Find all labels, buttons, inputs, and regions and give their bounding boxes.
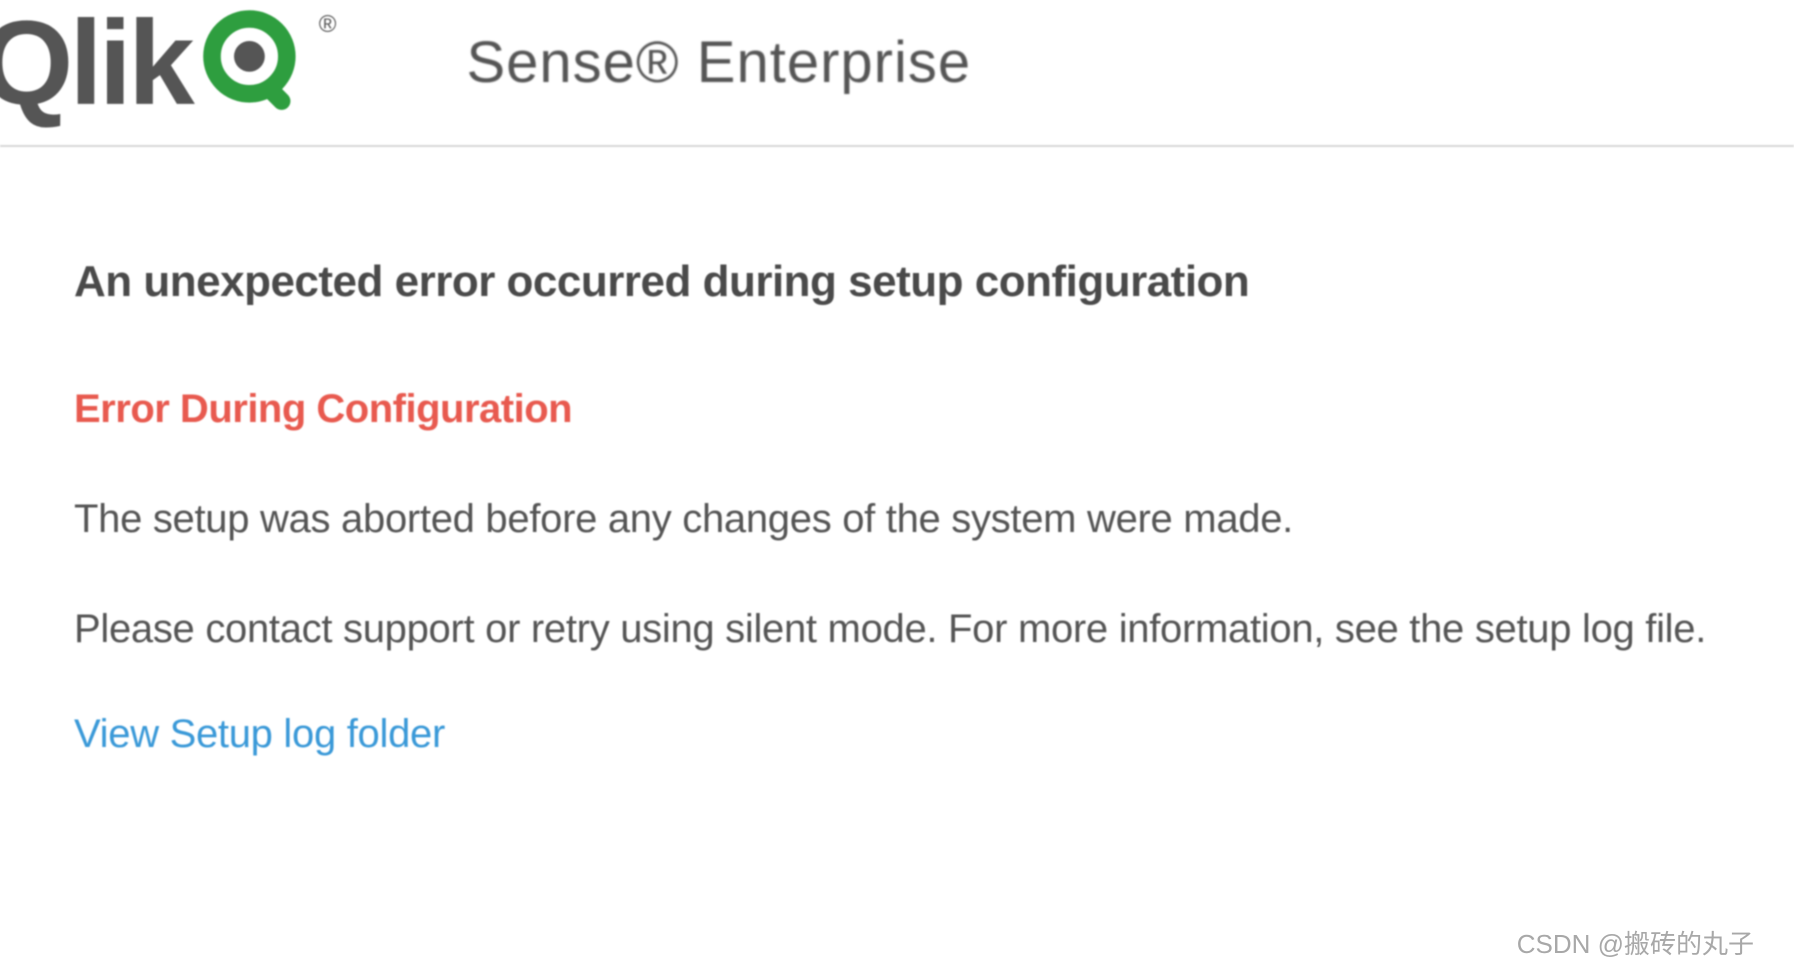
content-area: An unexpected error occurred during setu…	[0, 147, 1794, 757]
logo-wrapper: Qlik ®	[0, 3, 336, 123]
body-text-aborted: The setup was aborted before any changes…	[74, 492, 1720, 546]
trademark-symbol: ®	[319, 11, 337, 39]
product-name: Sense® Enterprise	[466, 29, 971, 96]
view-log-folder-link[interactable]: View Setup log folder	[74, 712, 445, 756]
error-heading: Error During Configuration	[74, 387, 1720, 432]
body-text-support: Please contact support or retry using si…	[74, 602, 1720, 656]
logo-text: Qlik	[0, 3, 191, 123]
watermark: CSDN @搬砖的丸子	[1517, 924, 1754, 961]
installer-header: Qlik ® Sense® Enterprise	[0, 0, 1794, 147]
qlik-logo-icon	[201, 8, 311, 118]
main-heading: An unexpected error occurred during setu…	[74, 257, 1720, 307]
